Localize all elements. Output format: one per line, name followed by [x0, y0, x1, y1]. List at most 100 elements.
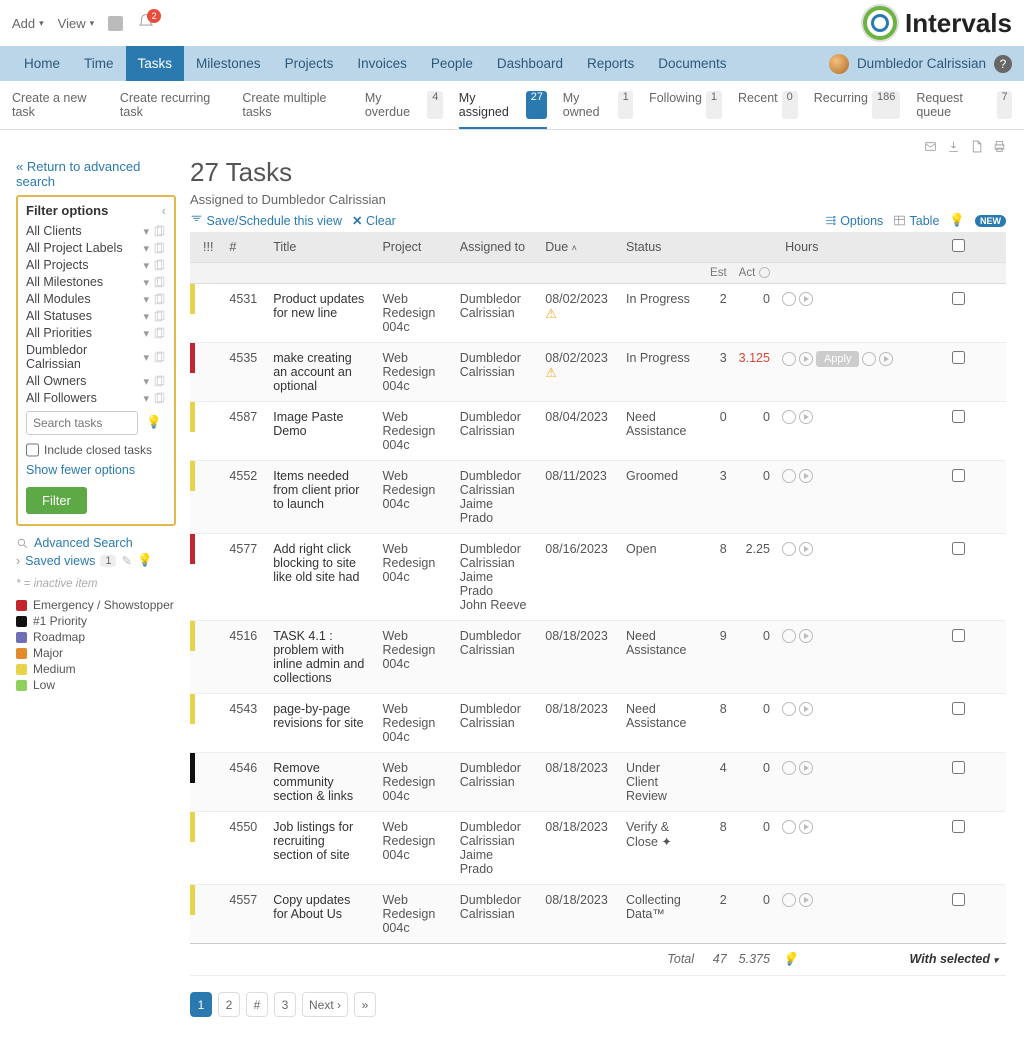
- subnav-item[interactable]: Create recurring task: [120, 81, 226, 129]
- user-name[interactable]: Dumbledor Calrissian: [857, 56, 986, 71]
- notes-icon[interactable]: [108, 16, 123, 31]
- filter-row[interactable]: All Modules▾: [26, 292, 166, 306]
- table-view-link[interactable]: Table: [893, 214, 939, 228]
- with-selected-menu[interactable]: With selected ▾: [910, 952, 998, 966]
- row-checkbox[interactable]: [952, 702, 965, 715]
- bulb-icon[interactable]: 💡: [142, 411, 166, 435]
- subnav-item[interactable]: My overdue4: [365, 81, 443, 129]
- table-row[interactable]: 4516TASK 4.1 : problem with inline admin…: [190, 621, 1006, 694]
- help-icon[interactable]: ?: [994, 55, 1012, 73]
- play-icon[interactable]: [799, 292, 813, 306]
- subnav-item[interactable]: Following1: [649, 81, 722, 129]
- clock-icon[interactable]: [782, 410, 796, 424]
- options-link[interactable]: Options: [824, 214, 884, 228]
- play-icon[interactable]: [799, 893, 813, 907]
- play-icon[interactable]: [799, 352, 813, 366]
- filter-row[interactable]: All Statuses▾: [26, 309, 166, 323]
- col-title[interactable]: Title: [265, 232, 374, 263]
- row-checkbox[interactable]: [952, 292, 965, 305]
- play-icon[interactable]: [879, 352, 893, 366]
- filter-button[interactable]: Filter: [26, 487, 87, 514]
- play-icon[interactable]: [799, 542, 813, 556]
- filter-row[interactable]: All Priorities▾: [26, 326, 166, 340]
- play-icon[interactable]: [799, 469, 813, 483]
- filter-row[interactable]: All Project Labels▾: [26, 241, 166, 255]
- subnav-item[interactable]: My owned1: [563, 81, 633, 129]
- page-button[interactable]: 3: [274, 992, 296, 1017]
- row-checkbox[interactable]: [952, 410, 965, 423]
- row-checkbox[interactable]: [952, 351, 965, 364]
- back-to-search[interactable]: « Return to advanced search: [16, 159, 176, 189]
- col-due[interactable]: Due ˄: [537, 232, 618, 263]
- save-view-link[interactable]: Save/Schedule this view: [190, 214, 342, 228]
- avatar[interactable]: [829, 54, 849, 74]
- play-icon[interactable]: [799, 410, 813, 424]
- row-checkbox[interactable]: [952, 542, 965, 555]
- show-fewer-link[interactable]: Show fewer options: [26, 463, 135, 477]
- table-row[interactable]: 4546Remove community section & linksWeb …: [190, 753, 1006, 812]
- topbar-add[interactable]: Add▾: [12, 16, 44, 31]
- advanced-search-link[interactable]: Advanced Search: [16, 536, 176, 550]
- page-button[interactable]: #: [246, 992, 268, 1017]
- nav-tasks[interactable]: Tasks: [126, 46, 185, 81]
- col-act[interactable]: Act: [739, 267, 756, 279]
- include-closed-checkbox[interactable]: Include closed tasks: [26, 443, 166, 457]
- filter-row[interactable]: Dumbledor Calrissian▾: [26, 343, 166, 371]
- print-icon[interactable]: [993, 138, 1006, 155]
- nav-documents[interactable]: Documents: [646, 46, 738, 81]
- subnav-item[interactable]: Create multiple tasks: [242, 81, 348, 129]
- page-button[interactable]: 1: [190, 992, 212, 1017]
- clock-icon[interactable]: [782, 893, 796, 907]
- topbar-view[interactable]: View▾: [58, 16, 94, 31]
- nav-projects[interactable]: Projects: [273, 46, 346, 81]
- filter-row[interactable]: All Owners▾: [26, 374, 166, 388]
- table-row[interactable]: 4543page-by-page revisions for siteWeb R…: [190, 694, 1006, 753]
- col-status[interactable]: Status: [618, 232, 702, 263]
- bulb-icon[interactable]: 💡: [137, 553, 153, 568]
- table-row[interactable]: 4557Copy updates for About UsWeb Redesig…: [190, 885, 1006, 944]
- apply-button[interactable]: Apply: [816, 351, 860, 367]
- saved-views-link[interactable]: › Saved views 1 ✎ 💡: [16, 553, 176, 568]
- subnav-item[interactable]: Recent0: [738, 81, 798, 129]
- pencil-icon[interactable]: ✎: [121, 553, 131, 568]
- subnav-item[interactable]: Create a new task: [12, 81, 104, 129]
- row-checkbox[interactable]: [952, 893, 965, 906]
- play-icon[interactable]: [799, 820, 813, 834]
- filter-row[interactable]: All Followers▾: [26, 391, 166, 405]
- row-checkbox[interactable]: [952, 469, 965, 482]
- row-checkbox[interactable]: [952, 629, 965, 642]
- play-icon[interactable]: [799, 629, 813, 643]
- clock-icon[interactable]: [782, 761, 796, 775]
- bulb-icon[interactable]: 💡: [949, 213, 965, 228]
- download-icon[interactable]: [947, 138, 960, 155]
- play-icon[interactable]: [799, 702, 813, 716]
- table-row[interactable]: 4587Image Paste DemoWeb Redesign 004cDum…: [190, 402, 1006, 461]
- nav-reports[interactable]: Reports: [575, 46, 646, 81]
- nav-time[interactable]: Time: [72, 46, 126, 81]
- filter-row[interactable]: All Milestones▾: [26, 275, 166, 289]
- clock-icon[interactable]: [782, 629, 796, 643]
- subnav-item[interactable]: My assigned27: [459, 81, 547, 129]
- play-icon[interactable]: [799, 761, 813, 775]
- nav-home[interactable]: Home: [12, 46, 72, 81]
- clock-icon[interactable]: [782, 820, 796, 834]
- col-project[interactable]: Project: [374, 232, 451, 263]
- nav-invoices[interactable]: Invoices: [345, 46, 419, 81]
- nav-dashboard[interactable]: Dashboard: [485, 46, 575, 81]
- clear-link[interactable]: ✕ Clear: [352, 213, 396, 228]
- col-est[interactable]: Est: [702, 263, 731, 284]
- filter-row[interactable]: All Clients▾: [26, 224, 166, 238]
- clock-icon[interactable]: [782, 469, 796, 483]
- page-button[interactable]: »: [354, 992, 376, 1017]
- table-row[interactable]: 4577Add right click blocking to site lik…: [190, 534, 1006, 621]
- table-row[interactable]: 4531Product updates for new lineWeb Rede…: [190, 284, 1006, 343]
- subnav-item[interactable]: Recurring186: [814, 81, 901, 129]
- nav-milestones[interactable]: Milestones: [184, 46, 273, 81]
- mail-icon[interactable]: [924, 138, 937, 155]
- table-row[interactable]: 4550Job listings for recruiting section …: [190, 812, 1006, 885]
- filter-row[interactable]: All Projects▾: [26, 258, 166, 272]
- collapse-icon[interactable]: ‹: [162, 203, 166, 218]
- bell-icon[interactable]: 2: [137, 13, 155, 34]
- row-checkbox[interactable]: [952, 820, 965, 833]
- clock-icon[interactable]: [782, 352, 796, 366]
